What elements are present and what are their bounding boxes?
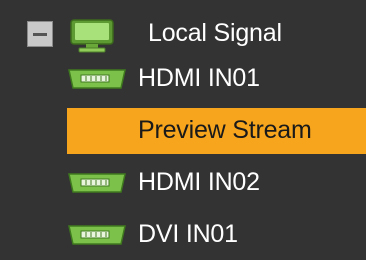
tree-item-hdmi-in01[interactable]: HDMI IN01 [0, 56, 366, 102]
tree-item-preview-stream[interactable]: Preview Stream [67, 108, 366, 154]
tree-item-label: DVI IN01 [138, 220, 238, 248]
monitor-icon [70, 19, 114, 53]
tree-item-label: Preview Stream [138, 116, 312, 144]
tree-node-label: Local Signal [148, 19, 282, 47]
video-port-icon [68, 173, 126, 193]
source-tree: Local Signal HDMI IN01 Preview Stream HD… [0, 0, 366, 260]
tree-item-label: HDMI IN02 [138, 168, 260, 196]
tree-item-hdmi-in02[interactable]: HDMI IN02 [0, 160, 366, 206]
tree-item-dvi-in01[interactable]: DVI IN01 [0, 212, 366, 258]
tree-node-local-signal[interactable]: Local Signal [0, 12, 366, 58]
collapse-toggle-icon[interactable] [27, 21, 53, 47]
video-port-icon [68, 69, 126, 89]
tree-item-label: HDMI IN01 [138, 64, 260, 92]
video-port-icon [68, 225, 126, 245]
